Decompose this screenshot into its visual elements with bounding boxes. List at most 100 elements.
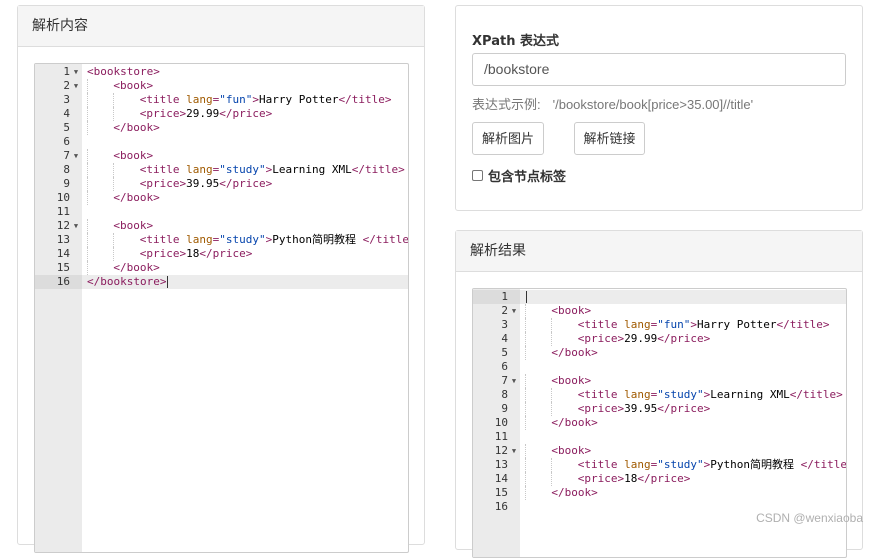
indent-guide [551,458,553,472]
code-line[interactable]: 9 <price>39.95</price> [473,402,846,416]
xpath-input[interactable]: /bookstore [472,53,846,86]
code-line[interactable]: 10 </book> [473,416,846,430]
code-line[interactable]: 7 ▼ <book> [35,149,408,163]
code-text: <price>39.95</price> [140,177,272,191]
code-token: <book> [113,79,154,92]
text-cursor [167,276,169,288]
code-line[interactable]: 12 ▼ <book> [473,444,846,458]
code-line[interactable]: 10 </book> [35,191,408,205]
code-token: <price> [577,472,625,485]
code-token: <price> [139,107,187,120]
code-token: </title> [338,93,392,106]
xpath-label: XPath 表达式 [472,34,559,49]
fold-toggle-icon[interactable]: ▼ [72,65,80,79]
code-token: 29.99 [186,107,220,120]
code-token: <book> [551,374,592,387]
code-line[interactable]: 4 <price>29.99</price> [473,332,846,346]
indent-guide [87,219,88,233]
code-text: <book> [113,149,153,163]
code-line[interactable]: 3 <title lang="fun">Harry Potter</title> [473,318,846,332]
indent-guide [525,332,526,346]
indent-guide [525,346,526,360]
indent-guide [87,149,88,163]
fold-toggle-icon[interactable]: ▼ [510,444,518,458]
code-token: Harry Potter [697,318,777,331]
code-line[interactable]: 11 [35,205,408,219]
content-editor[interactable]: 1 ▼ <bookstore> 2 ▼ <book> 3 <title lang="fun">… [34,63,409,553]
code-token: Learning XML [710,388,790,401]
code-line[interactable]: 1 ▼ <bookstore> [35,65,408,79]
line-number: 5 [501,346,508,359]
result-panel-title: 解析结果 [456,231,862,272]
code-text: <book> [551,304,591,318]
code-line[interactable]: 5 </book> [473,346,846,360]
line-number: 9 [501,402,508,415]
code-token: lang [186,93,213,106]
line-number: 9 [63,177,70,190]
indent-guide [87,191,88,205]
code-line[interactable]: 13 <title lang="study">Python简明教程 </title… [35,233,408,247]
code-line[interactable]: 15 </book> [35,261,408,275]
code-line[interactable]: 9 <price>39.95</price> [35,177,408,191]
xpath-panel: XPath 表达式 /bookstore 表达式示例: '/bookstore/b… [455,5,863,211]
code-token: </price> [657,332,711,345]
line-number: 3 [63,93,70,106]
include-node-tags-option[interactable]: 包含节点标签 [472,166,566,185]
code-text: <title lang="study">Python简明教程 </title> [140,233,408,247]
code-token: </book> [551,486,598,499]
fold-toggle-icon[interactable]: ▼ [510,304,518,318]
code-line[interactable]: 2 ▼ <book> [35,79,408,93]
code-token: lang [624,388,651,401]
code-line[interactable]: 11 [473,430,846,444]
include-node-tags-label: 包含节点标签 [488,170,567,185]
indent-guide [113,93,115,107]
code-line[interactable]: 12 ▼ <book> [35,219,408,233]
fold-toggle-icon[interactable]: ▼ [72,149,80,163]
content-panel: 解析内容 1 ▼ <bookstore> 2 ▼ <book> 3 <title lang="… [17,5,425,553]
code-line[interactable]: 4 <price>29.99</price> [35,107,408,121]
code-line[interactable]: 2 ▼ <book> [473,304,846,318]
code-token: <title [577,388,625,401]
code-token: </price> [657,402,711,415]
code-text: <book> [551,444,591,458]
indent-guide [525,458,526,472]
include-node-tags-checkbox[interactable] [472,170,483,181]
code-token: </book> [551,346,598,359]
code-line[interactable]: 8 <title lang="study">Learning XML</title… [35,163,408,177]
code-token: <book> [113,149,154,162]
code-token: </book> [113,191,160,204]
editor-lines: 1 ▼ <bookstore> 2 ▼ <book> 3 <title lang="fun">… [35,65,408,289]
fold-toggle-icon[interactable]: ▼ [510,374,518,388]
xpath-example-value: '/bookstore/book[price>35.00]//title' [552,97,754,112]
parse-image-button[interactable]: 解析图片 [472,122,544,155]
code-line[interactable]: 6 [473,360,846,374]
indent-guide [551,332,553,346]
fold-toggle-icon[interactable]: ▼ [72,219,80,233]
code-token: <title [139,93,187,106]
code-line[interactable]: 8 <title lang="study">Learning XML</title… [473,388,846,402]
indent-guide [113,247,115,261]
code-line[interactable]: 7 ▼ <book> [473,374,846,388]
parse-link-button[interactable]: 解析链接 [574,122,645,155]
indent-guide [113,107,115,121]
code-text: <price>39.95</price> [578,402,710,416]
code-line[interactable]: 1 [473,290,846,304]
code-line[interactable]: 5 </book> [35,121,408,135]
code-line[interactable]: 14 <price>18</price> [473,472,846,486]
code-text: </book> [551,486,597,500]
code-line[interactable]: 14 <price>18</price> [35,247,408,261]
code-line[interactable]: 13 <title lang="study">Python简明教程 </title… [473,458,846,472]
code-line[interactable]: 15 </book> [473,486,846,500]
fold-toggle-icon[interactable]: ▼ [72,79,80,93]
indent-guide [525,416,526,430]
watermark: CSDN @wenxiaoba [756,511,863,525]
code-token: <price> [577,402,625,415]
line-number: 11 [56,205,70,218]
code-line[interactable]: 3 <title lang="fun">Harry Potter</title> [35,93,408,107]
indent-guide [551,388,553,402]
indent-guide [113,163,115,177]
code-text: </book> [551,346,597,360]
code-token: 39.95 [624,402,658,415]
code-line[interactable]: 16 </bookstore> [35,275,408,289]
code-line[interactable]: 6 [35,135,408,149]
